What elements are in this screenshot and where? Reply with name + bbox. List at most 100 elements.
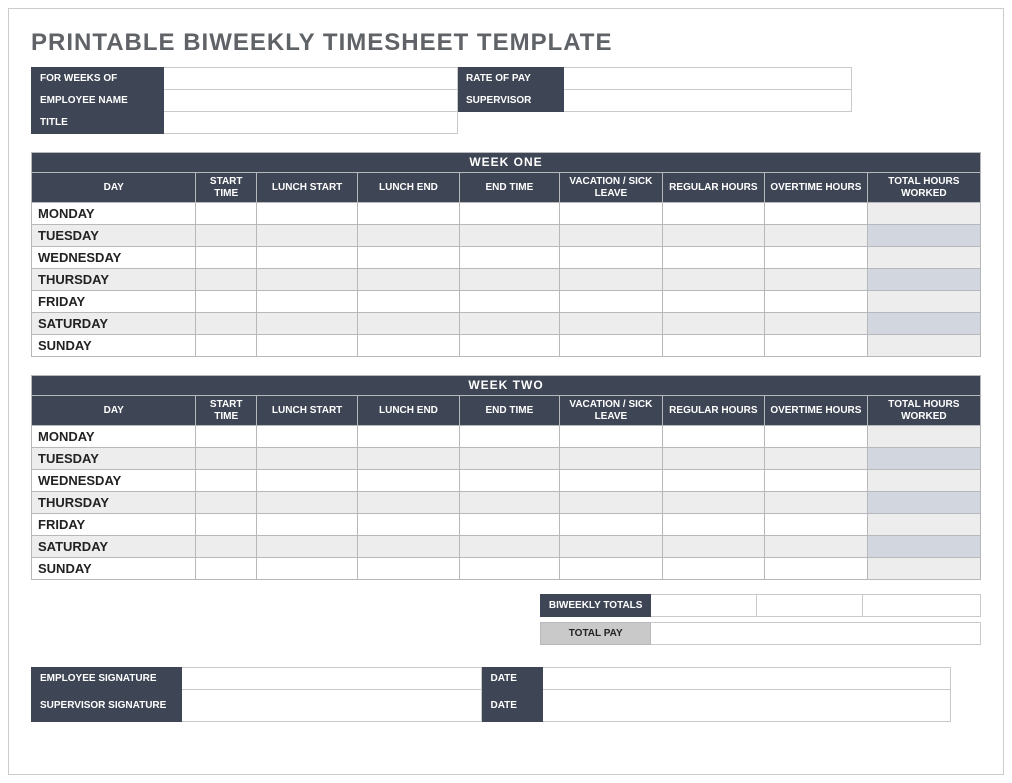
time-cell[interactable] xyxy=(358,448,459,470)
time-cell[interactable] xyxy=(196,558,256,580)
time-cell[interactable] xyxy=(560,203,663,225)
time-cell[interactable] xyxy=(358,492,459,514)
time-cell[interactable] xyxy=(459,335,560,357)
time-cell[interactable] xyxy=(358,225,459,247)
time-cell[interactable] xyxy=(459,426,560,448)
time-cell[interactable] xyxy=(358,470,459,492)
biweekly-total-field[interactable] xyxy=(863,595,981,617)
time-cell[interactable] xyxy=(765,291,868,313)
time-cell[interactable] xyxy=(196,448,256,470)
supervisor-field[interactable] xyxy=(564,90,852,112)
time-cell[interactable] xyxy=(196,335,256,357)
time-cell[interactable] xyxy=(358,269,459,291)
time-cell[interactable] xyxy=(662,514,764,536)
time-cell[interactable] xyxy=(256,470,357,492)
time-cell[interactable] xyxy=(867,225,980,247)
time-cell[interactable] xyxy=(560,313,663,335)
employee-date-field[interactable] xyxy=(542,668,950,690)
time-cell[interactable] xyxy=(867,514,980,536)
time-cell[interactable] xyxy=(196,313,256,335)
time-cell[interactable] xyxy=(196,247,256,269)
time-cell[interactable] xyxy=(867,558,980,580)
time-cell[interactable] xyxy=(662,536,764,558)
time-cell[interactable] xyxy=(196,426,256,448)
time-cell[interactable] xyxy=(256,514,357,536)
time-cell[interactable] xyxy=(867,247,980,269)
time-cell[interactable] xyxy=(662,448,764,470)
time-cell[interactable] xyxy=(560,536,663,558)
time-cell[interactable] xyxy=(560,514,663,536)
time-cell[interactable] xyxy=(765,536,868,558)
time-cell[interactable] xyxy=(765,470,868,492)
time-cell[interactable] xyxy=(560,247,663,269)
time-cell[interactable] xyxy=(358,203,459,225)
time-cell[interactable] xyxy=(358,313,459,335)
time-cell[interactable] xyxy=(765,269,868,291)
time-cell[interactable] xyxy=(256,448,357,470)
time-cell[interactable] xyxy=(459,203,560,225)
time-cell[interactable] xyxy=(256,492,357,514)
time-cell[interactable] xyxy=(867,203,980,225)
time-cell[interactable] xyxy=(459,313,560,335)
time-cell[interactable] xyxy=(196,492,256,514)
time-cell[interactable] xyxy=(560,426,663,448)
employee-name-field[interactable] xyxy=(164,90,458,112)
time-cell[interactable] xyxy=(765,225,868,247)
time-cell[interactable] xyxy=(459,470,560,492)
time-cell[interactable] xyxy=(358,291,459,313)
time-cell[interactable] xyxy=(196,514,256,536)
time-cell[interactable] xyxy=(196,269,256,291)
time-cell[interactable] xyxy=(358,536,459,558)
time-cell[interactable] xyxy=(765,448,868,470)
time-cell[interactable] xyxy=(662,291,764,313)
title-field[interactable] xyxy=(164,112,458,134)
time-cell[interactable] xyxy=(459,291,560,313)
time-cell[interactable] xyxy=(662,269,764,291)
time-cell[interactable] xyxy=(459,536,560,558)
time-cell[interactable] xyxy=(459,448,560,470)
time-cell[interactable] xyxy=(256,426,357,448)
time-cell[interactable] xyxy=(662,247,764,269)
time-cell[interactable] xyxy=(867,291,980,313)
time-cell[interactable] xyxy=(867,426,980,448)
time-cell[interactable] xyxy=(867,335,980,357)
time-cell[interactable] xyxy=(256,291,357,313)
time-cell[interactable] xyxy=(256,225,357,247)
time-cell[interactable] xyxy=(358,514,459,536)
time-cell[interactable] xyxy=(560,291,663,313)
time-cell[interactable] xyxy=(662,203,764,225)
employee-signature-field[interactable] xyxy=(182,668,482,690)
rate-of-pay-field[interactable] xyxy=(564,68,852,90)
time-cell[interactable] xyxy=(256,313,357,335)
time-cell[interactable] xyxy=(765,313,868,335)
time-cell[interactable] xyxy=(459,269,560,291)
time-cell[interactable] xyxy=(765,514,868,536)
time-cell[interactable] xyxy=(867,536,980,558)
for-weeks-of-field[interactable] xyxy=(164,68,458,90)
time-cell[interactable] xyxy=(358,335,459,357)
time-cell[interactable] xyxy=(196,291,256,313)
time-cell[interactable] xyxy=(459,492,560,514)
time-cell[interactable] xyxy=(765,558,868,580)
time-cell[interactable] xyxy=(662,313,764,335)
time-cell[interactable] xyxy=(256,203,357,225)
time-cell[interactable] xyxy=(662,225,764,247)
time-cell[interactable] xyxy=(765,247,868,269)
time-cell[interactable] xyxy=(765,492,868,514)
time-cell[interactable] xyxy=(459,247,560,269)
time-cell[interactable] xyxy=(358,426,459,448)
time-cell[interactable] xyxy=(867,470,980,492)
biweekly-overtime-field[interactable] xyxy=(757,595,863,617)
supervisor-date-field[interactable] xyxy=(542,690,950,722)
time-cell[interactable] xyxy=(560,558,663,580)
time-cell[interactable] xyxy=(662,492,764,514)
time-cell[interactable] xyxy=(560,448,663,470)
supervisor-signature-field[interactable] xyxy=(182,690,482,722)
time-cell[interactable] xyxy=(256,269,357,291)
time-cell[interactable] xyxy=(662,335,764,357)
time-cell[interactable] xyxy=(560,225,663,247)
time-cell[interactable] xyxy=(662,426,764,448)
time-cell[interactable] xyxy=(459,558,560,580)
time-cell[interactable] xyxy=(765,335,868,357)
time-cell[interactable] xyxy=(256,247,357,269)
